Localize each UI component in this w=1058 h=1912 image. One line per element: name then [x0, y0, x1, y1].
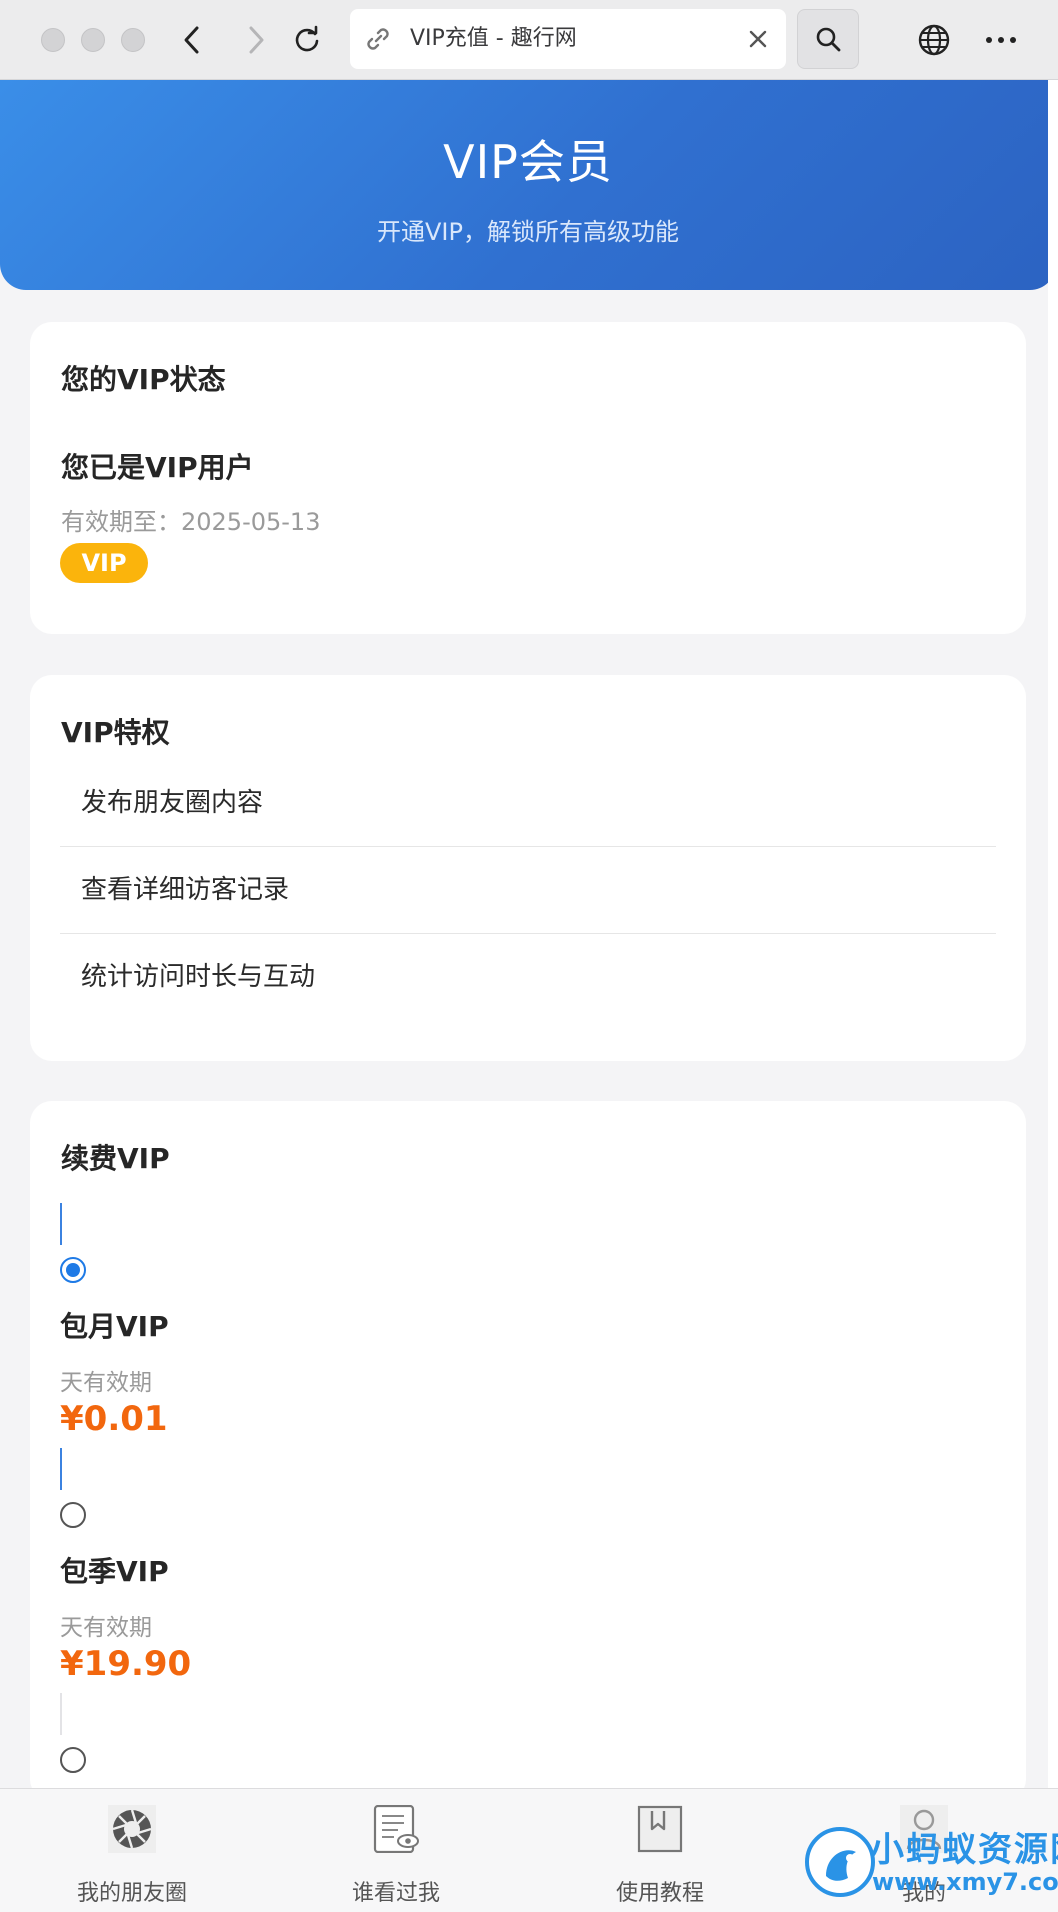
plan-name: 包月VIP — [60, 1310, 169, 1343]
more-button[interactable] — [981, 20, 1021, 60]
list-item: 查看详细访客记录 — [60, 847, 996, 934]
browser-toolbar: VIP充值 - 趣行网 — [0, 0, 1058, 80]
ant-logo-icon — [805, 1827, 875, 1897]
tab-label: 我的朋友圈 — [76, 1881, 187, 1906]
link-icon — [367, 28, 389, 50]
site-watermark: 小蚂蚁资源网 www.xmy7.com — [800, 1818, 1058, 1912]
tab-label: 谁看过我 — [351, 1881, 440, 1906]
reload-icon — [295, 25, 319, 52]
plan-name: 包季VIP — [60, 1555, 169, 1588]
tab-title: VIP充值 - 趣行网 — [410, 26, 577, 51]
scroll-edge — [1048, 80, 1058, 1788]
document-eye-icon — [373, 1805, 419, 1853]
forward-button[interactable] — [236, 20, 276, 60]
renew-vip-card: 续费VIP 包月VIP 天有效期 ¥0.01 包季VIP 天有效期 ¥19.90 — [30, 1101, 1026, 1801]
window-zoom-dot[interactable] — [121, 28, 145, 52]
vip-status-card: 您的VIP状态 您已是VIP用户 有效期至：2025-05-13 VIP — [30, 322, 1026, 634]
tab-my-moments[interactable]: 我的朋友圈 — [32, 1789, 232, 1912]
vip-expire-date: 有效期至：2025-05-13 — [61, 508, 321, 536]
more-icon — [986, 37, 1016, 43]
bookmark-icon — [637, 1805, 683, 1853]
vip-privileges-card: VIP特权 发布朋友圈内容 查看详细访客记录 统计访问时长与互动 — [30, 675, 1026, 1061]
plan-price: ¥19.90 — [60, 1644, 192, 1684]
vip-hero-banner: VIP会员 开通VIP，解锁所有高级功能 — [0, 80, 1056, 290]
plan-radio[interactable] — [60, 1502, 86, 1528]
plan-radio[interactable] — [60, 1747, 86, 1773]
status-card-title: 您的VIP状态 — [61, 363, 226, 396]
close-icon[interactable] — [748, 29, 768, 49]
back-button[interactable] — [172, 20, 212, 60]
plan-accent-bar — [60, 1203, 62, 1245]
plan-accent-bar — [60, 1448, 62, 1490]
tab-tutorial[interactable]: 使用教程 — [560, 1789, 760, 1912]
privileges-card-title: VIP特权 — [61, 716, 170, 749]
window-close-dot[interactable] — [41, 28, 65, 52]
search-button[interactable] — [797, 9, 859, 69]
page-title: VIP会员 — [443, 135, 613, 189]
page-subtitle: 开通VIP，解锁所有高级功能 — [377, 218, 679, 246]
list-item: 发布朋友圈内容 — [60, 760, 996, 847]
plan-period: 天有效期 — [60, 1615, 152, 1641]
privileges-list: 发布朋友圈内容 查看详细访客记录 统计访问时长与互动 — [60, 760, 996, 1021]
language-button[interactable] — [914, 20, 954, 60]
plan-price: ¥0.01 — [60, 1399, 168, 1439]
search-icon — [816, 27, 841, 52]
plan-period: 天有效期 — [60, 1370, 152, 1396]
reload-button[interactable] — [287, 20, 327, 60]
list-item: 统计访问时长与互动 — [81, 962, 316, 992]
plan-accent-bar — [60, 1693, 62, 1735]
watermark-url: www.xmy7.com — [872, 1868, 1058, 1896]
tab-who-viewed-me[interactable]: 谁看过我 — [296, 1789, 496, 1912]
chevron-left-icon — [184, 26, 199, 54]
globe-icon — [918, 24, 950, 56]
vip-badge: VIP — [60, 543, 148, 583]
plan-radio[interactable] — [60, 1257, 86, 1283]
renew-card-title: 续费VIP — [61, 1142, 170, 1175]
camera-aperture-icon — [108, 1805, 156, 1853]
chevron-right-icon — [249, 26, 264, 54]
address-bar[interactable]: VIP充值 - 趣行网 — [350, 9, 786, 69]
window-minimize-dot[interactable] — [81, 28, 105, 52]
watermark-title: 小蚂蚁资源网 — [870, 1830, 1058, 1870]
vip-status-text: 您已是VIP用户 — [61, 451, 254, 484]
tab-label: 使用教程 — [615, 1881, 704, 1906]
